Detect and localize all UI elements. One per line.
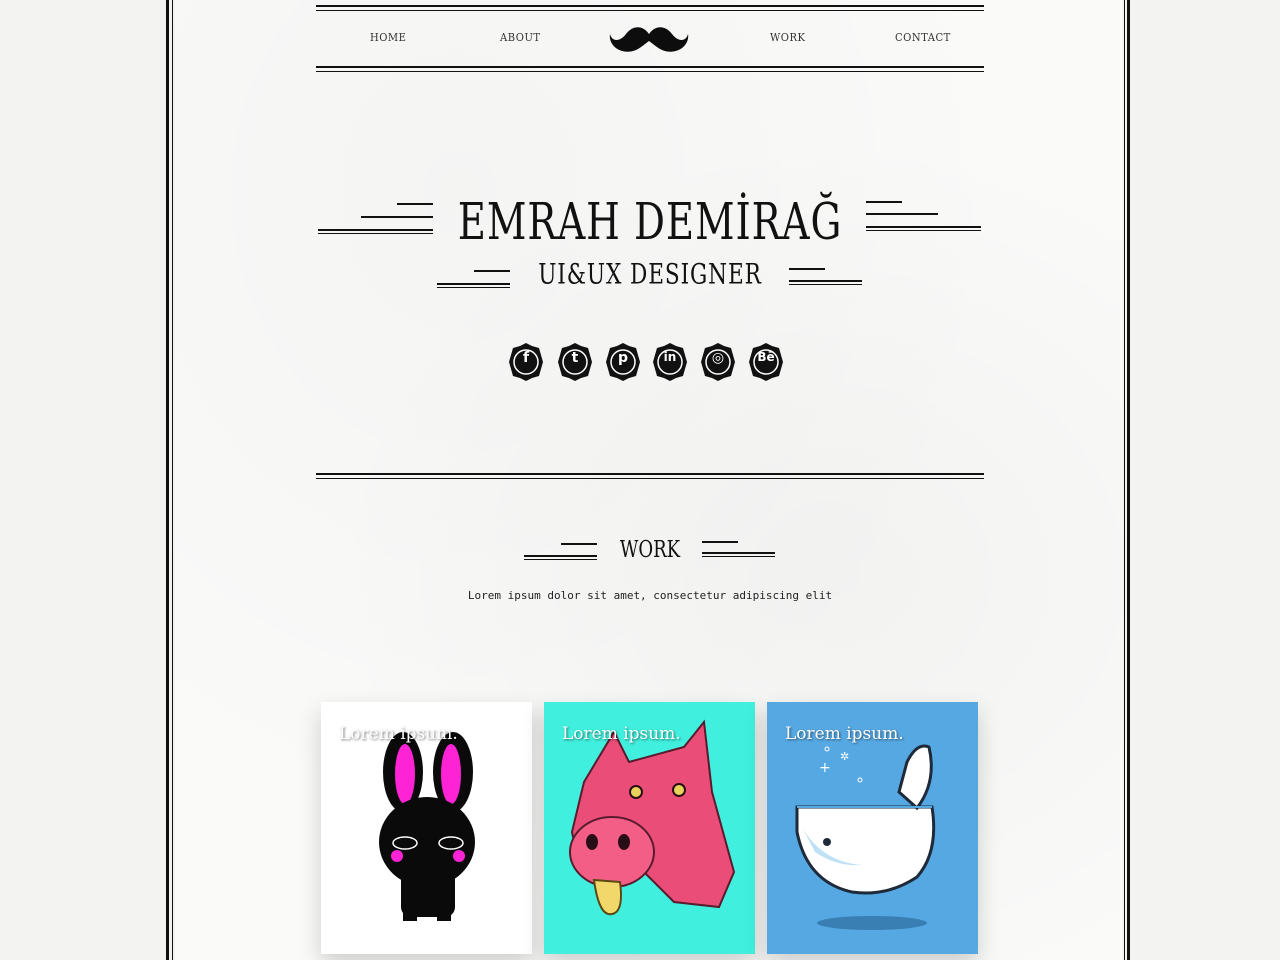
section-divider-thin xyxy=(316,478,984,479)
work-heading: WORK xyxy=(619,535,681,563)
twitter-glyph: t xyxy=(571,350,579,366)
nav-work[interactable]: WORK xyxy=(770,32,805,45)
hero-title: UI&UX DESIGNER xyxy=(538,258,762,291)
nav-bottom-rule xyxy=(316,66,984,68)
facebook-glyph: f xyxy=(522,350,530,366)
frame-right-line xyxy=(1127,0,1130,960)
linkedin-glyph: in xyxy=(663,350,677,364)
card-label: Lorem ipsum. xyxy=(339,724,458,744)
dribbble-icon[interactable]: ◎ xyxy=(700,342,736,382)
frame-right-inner-line xyxy=(1124,0,1125,960)
nav-top-rule xyxy=(316,5,984,7)
mustache-icon[interactable] xyxy=(608,22,690,56)
behance-icon[interactable]: Bē xyxy=(748,342,784,382)
section-divider xyxy=(316,473,984,475)
svg-text:✲: ✲ xyxy=(840,750,849,763)
nav-home[interactable]: HOME xyxy=(370,32,406,45)
svg-text:+: + xyxy=(819,760,831,776)
pinterest-glyph: p xyxy=(617,350,629,366)
work-card-dog[interactable]: Lorem ipsum. xyxy=(544,702,755,954)
nav-about[interactable]: ABOUT xyxy=(500,32,541,45)
hero-name: EMRAH DEMİRAĞ xyxy=(457,192,843,251)
facebook-icon[interactable]: f xyxy=(508,342,544,382)
frame-left-line xyxy=(166,0,169,960)
work-subtitle: Lorem ipsum dolor sit amet, consectetur … xyxy=(467,589,833,602)
card-label: Lorem ipsum. xyxy=(785,724,904,744)
card-label: Lorem ipsum. xyxy=(562,724,681,744)
work-card-whale[interactable]: + ✲ Lorem ipsum. xyxy=(767,702,978,954)
behance-glyph: Bē xyxy=(757,350,775,364)
twitter-icon[interactable]: t xyxy=(557,342,593,382)
frame-left-inner-line xyxy=(172,0,173,960)
linkedin-icon[interactable]: in xyxy=(652,342,688,382)
pinterest-icon[interactable]: p xyxy=(605,342,641,382)
nav-top-rule-thin xyxy=(316,10,984,11)
dribbble-glyph: ◎ xyxy=(711,350,725,366)
work-card-rabbit[interactable]: Lorem ipsum. xyxy=(321,702,532,954)
nav-contact[interactable]: CONTACT xyxy=(895,32,951,45)
nav-bottom-rule-thin xyxy=(316,71,984,72)
